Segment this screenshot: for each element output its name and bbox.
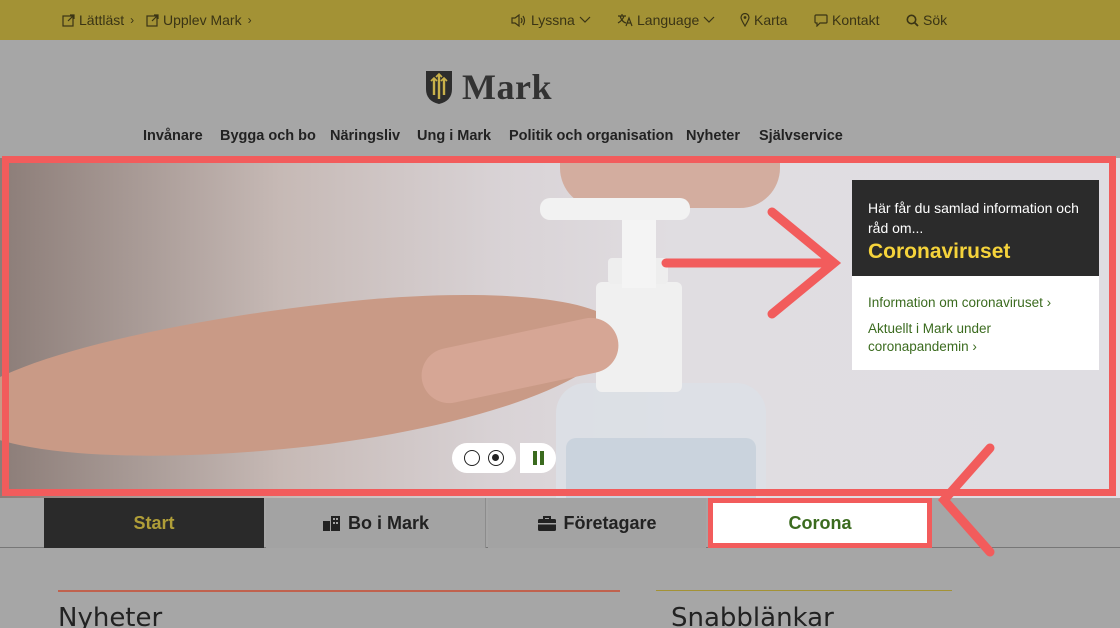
nav-item-naringsliv[interactable]: Näringsliv [330,128,400,144]
search-icon [906,14,919,27]
map-link[interactable]: Karta [740,12,787,28]
site-logo[interactable]: Mark [424,66,552,108]
news-section-rule [58,590,620,592]
coat-of-arms-icon [426,71,452,104]
contact-link[interactable]: Kontakt [814,12,879,28]
carousel-dots [452,443,516,473]
nav-item-sjalvservice[interactable]: Självservice [759,128,843,144]
hero-intro-text: Här får du samlad information och råd om… [868,200,1079,236]
chevron-right-icon: › [247,13,252,27]
chevron-down-icon [703,16,715,23]
language-button[interactable]: Language [617,12,715,28]
speaker-icon [511,13,526,27]
quicklinks-heading: Snabblänkar [671,603,834,628]
external-link-icon [62,13,75,27]
chevron-right-icon: › [1046,295,1052,310]
listen-button[interactable]: Lyssna [511,12,591,28]
carousel-dot-2[interactable] [488,450,504,466]
search-button[interactable]: Sök [906,12,947,28]
easy-read-link[interactable]: Lättläst › [62,12,134,28]
briefcase-icon [538,515,557,531]
translate-icon [617,14,633,27]
audience-tabs: Start Bo i Mark Företagare Corona [0,498,1120,548]
tab-bo-i-mark[interactable]: Bo i Mark [266,498,486,548]
quicklinks-section-rule [656,590,952,591]
corona-info-link[interactable]: Information om coronaviruset › [868,294,1083,312]
buildings-icon [322,516,340,531]
experience-mark-link[interactable]: Upplev Mark › [146,12,252,28]
external-link-icon [146,13,159,27]
corona-news-link[interactable]: Aktuellt i Mark under coronapandemin › [868,320,1083,356]
chevron-right-icon: › [972,339,977,354]
chevron-right-icon: › [130,13,135,27]
tab-foretagare[interactable]: Företagare [488,498,706,548]
carousel-dot-1[interactable] [464,450,480,466]
nav-item-nyheter[interactable]: Nyheter [686,128,740,144]
tab-start[interactable]: Start [44,498,264,548]
chat-bubble-icon [814,13,828,27]
nav-item-politik[interactable]: Politik och organisation [509,128,673,144]
nav-item-bygga-och-bo[interactable]: Bygga och bo [220,128,316,144]
chevron-down-icon [579,16,591,23]
nav-item-invanare[interactable]: Invånare [143,128,203,144]
utility-bar: Lättläst › Upplev Mark › Lyssna Language K… [0,0,1120,40]
news-heading: Nyheter [58,603,163,628]
logo-wordmark: Mark [462,67,552,107]
map-pin-icon [740,13,750,27]
tab-corona[interactable]: Corona [708,498,932,548]
hero-headline: Coronaviruset [868,240,1011,263]
hero-info-card: Här får du samlad information och råd om… [852,180,1099,370]
nav-item-ung-i-mark[interactable]: Ung i Mark [417,128,491,144]
carousel-pause-button[interactable] [520,443,556,473]
pause-icon [532,451,537,465]
